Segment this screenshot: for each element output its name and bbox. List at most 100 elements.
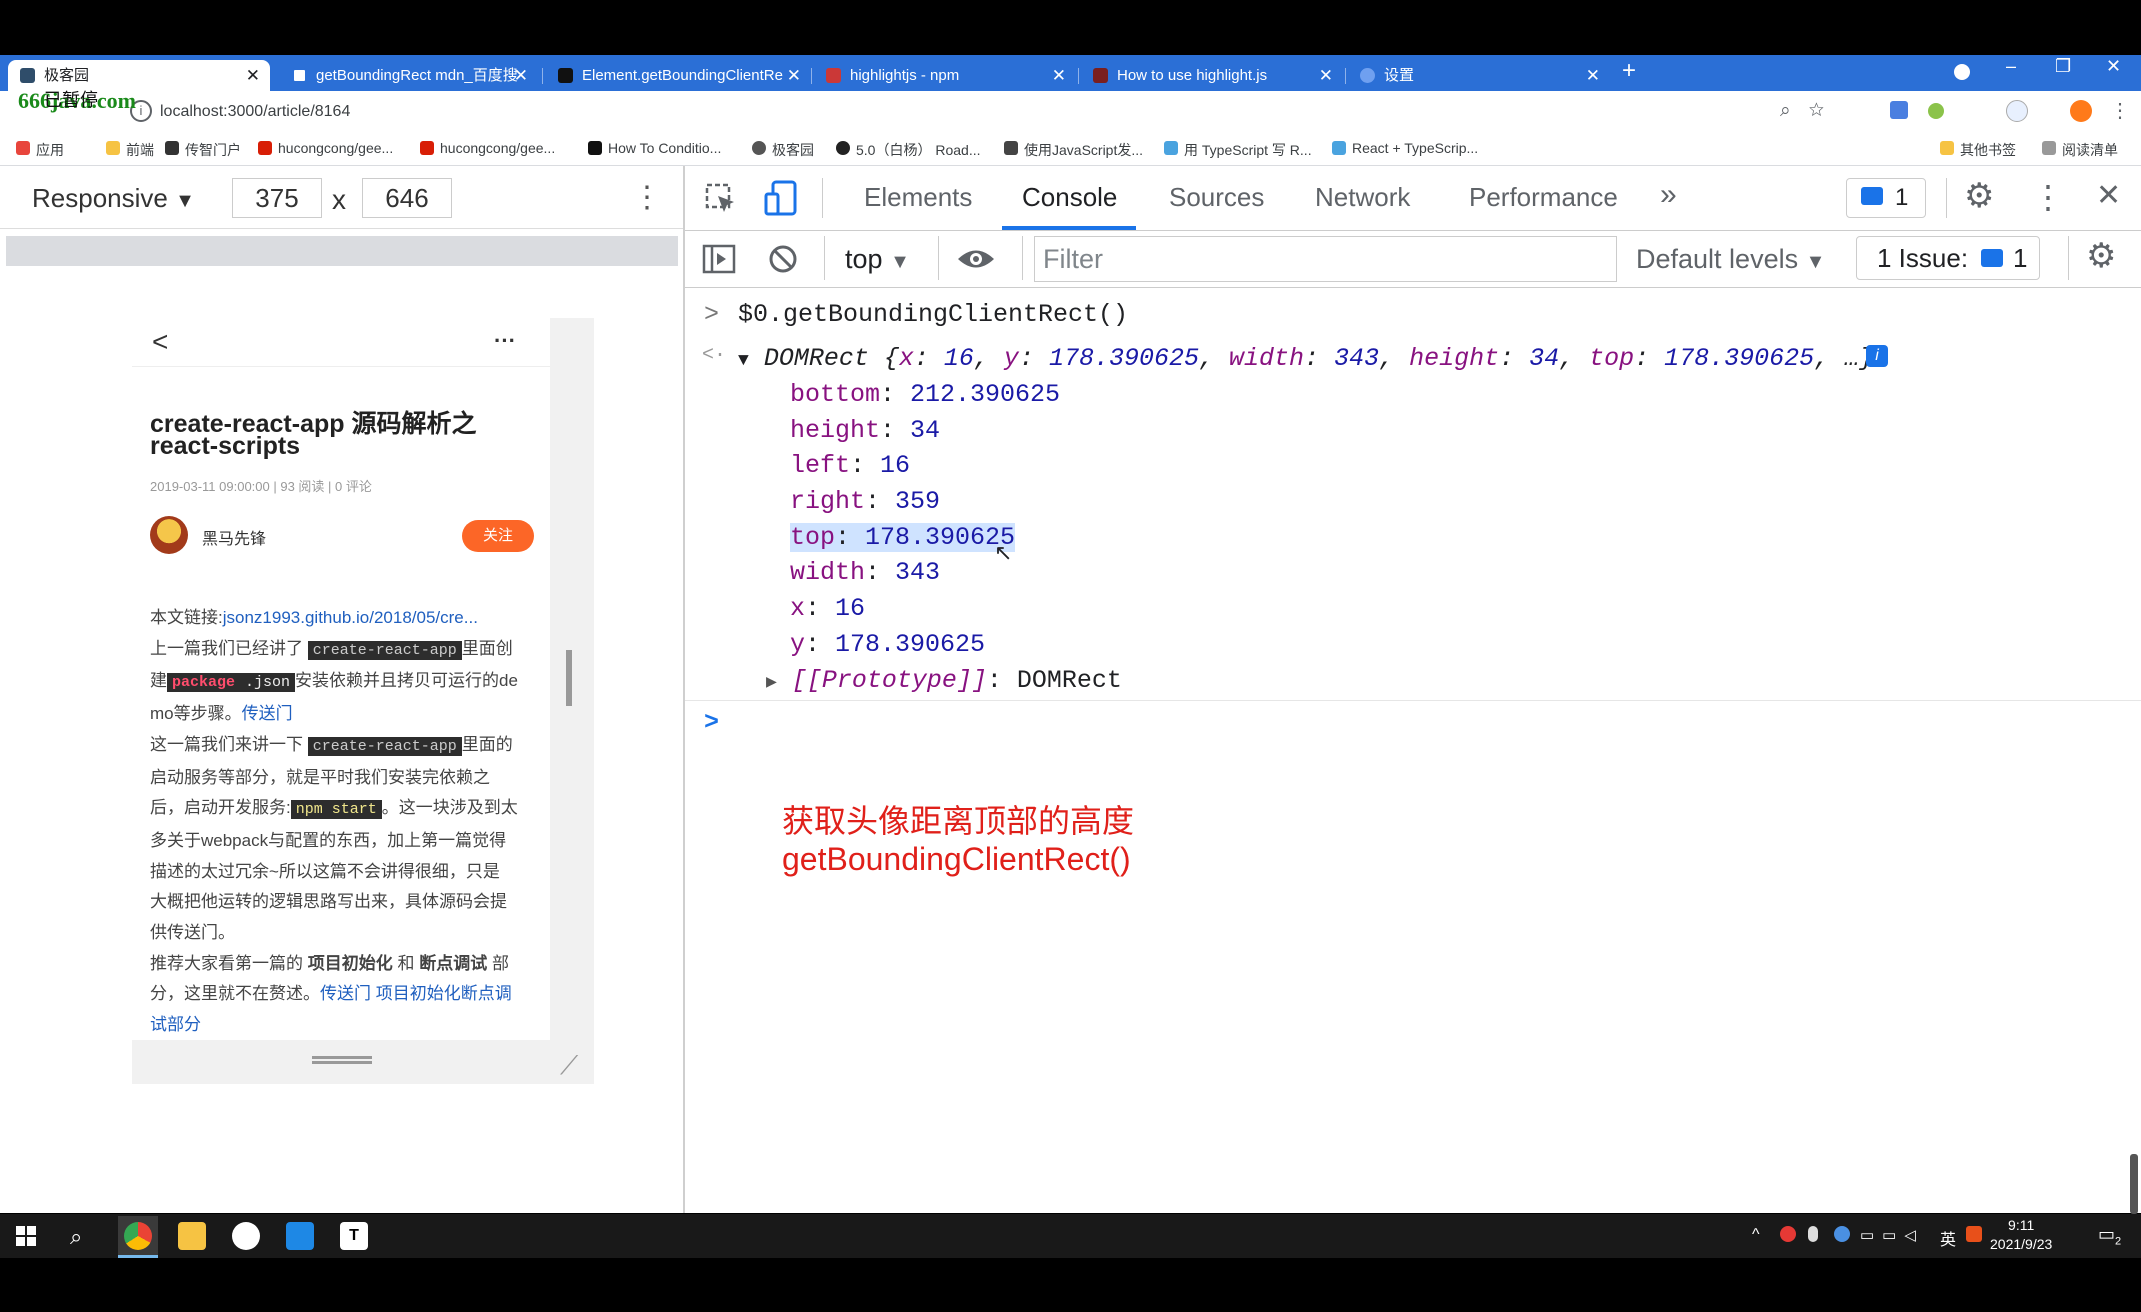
resize-corner-icon[interactable]: ⟋: [560, 1050, 578, 1082]
property-row: y: 178.390625: [790, 629, 986, 659]
bookmark-item[interactable]: hucongcong/gee...: [258, 140, 393, 156]
bookmark-item[interactable]: 极客园: [752, 140, 814, 160]
tab-baidu[interactable]: getBoundingRect mdn_百度搜 ✕: [280, 60, 538, 91]
expand-triangle-icon[interactable]: ▼: [738, 351, 749, 371]
close-tab-icon[interactable]: ✕: [1586, 60, 1600, 91]
device-height-input[interactable]: 646: [362, 178, 452, 218]
bookmark-item[interactable]: 用 TypeScript 写 R...: [1164, 140, 1312, 160]
portal-link[interactable]: 传送门: [242, 704, 293, 723]
extension-icon[interactable]: [1890, 101, 1908, 119]
back-button[interactable]: <: [152, 326, 168, 358]
close-tab-icon[interactable]: ✕: [1052, 60, 1066, 91]
customize-menu-icon[interactable]: ⋮: [2032, 178, 2064, 216]
console-settings-gear-icon[interactable]: ⚙: [2086, 236, 2116, 276]
tab-performance[interactable]: Performance: [1469, 182, 1618, 213]
tray-app-icon[interactable]: [1834, 1226, 1850, 1242]
menu-icon[interactable]: ⋮: [2110, 98, 2130, 123]
bookmark-folder[interactable]: 前端: [106, 140, 154, 160]
close-tab-icon[interactable]: ✕: [787, 60, 801, 91]
bookmark-item[interactable]: React + TypeScrip...: [1332, 140, 1478, 156]
show-sidebar-icon[interactable]: [702, 244, 736, 274]
log-levels-select[interactable]: Default levels ▼: [1636, 244, 1825, 275]
close-devtools-icon[interactable]: ✕: [2096, 178, 2121, 213]
vscode-icon[interactable]: [286, 1222, 314, 1250]
profile-icon[interactable]: [1954, 64, 1970, 80]
device-width-input[interactable]: 375: [232, 178, 322, 218]
portal-link[interactable]: 传送门 项目初始化断点调: [320, 984, 512, 1003]
issues-button[interactable]: 1 Issue: 1: [1856, 236, 2040, 280]
resize-handle-bottom[interactable]: [312, 1056, 372, 1064]
collapse-triangle-icon[interactable]: ▶: [766, 673, 777, 693]
close-tab-icon[interactable]: ✕: [514, 60, 528, 91]
bookmark-folder[interactable]: 其他书签: [1940, 140, 2016, 160]
tab-elements[interactable]: Elements: [864, 182, 972, 213]
ime-indicator[interactable]: 英: [1940, 1226, 1956, 1250]
sogou-icon[interactable]: [1966, 1226, 1982, 1242]
more-button[interactable]: ···: [494, 328, 516, 354]
windows-start-icon[interactable]: [16, 1226, 36, 1246]
tab-settings[interactable]: 设置 ✕: [1348, 60, 1610, 91]
notification-center-icon[interactable]: ▭2: [2098, 1224, 2121, 1248]
system-clock[interactable]: 9:11 2021/9/23: [1990, 1216, 2052, 1254]
toolbar-icons[interactable]: ⌕☆: [1780, 100, 1842, 122]
tab-sources[interactable]: Sources: [1169, 182, 1264, 213]
console-filter-input[interactable]: Filter: [1034, 236, 1617, 282]
file-explorer-icon[interactable]: [178, 1222, 206, 1250]
bookmark-item[interactable]: How To Conditio...: [588, 140, 721, 156]
article-title-line2: react-scripts: [150, 432, 301, 460]
media-query-bar[interactable]: [6, 236, 678, 266]
github-icon: [836, 141, 850, 155]
typora-icon[interactable]: T: [340, 1222, 368, 1250]
search-icon[interactable]: ⌕: [70, 1224, 82, 1250]
tab-mdn[interactable]: Element.getBoundingClientRe ✕: [546, 60, 811, 91]
more-options-icon[interactable]: ⋮: [632, 180, 662, 215]
live-expression-eye-icon[interactable]: [956, 246, 996, 272]
close-tab-icon[interactable]: ✕: [1319, 60, 1333, 91]
address-bar[interactable]: localhost:3000/article/8164: [160, 98, 1740, 126]
follow-button[interactable]: 关注: [462, 520, 534, 552]
tab-network[interactable]: Network: [1315, 182, 1410, 213]
prototype-row[interactable]: ▶ [[Prototype]]: DOMRect: [766, 666, 1122, 695]
domrect-summary[interactable]: ▼ DOMRect {x: 16, y: 178.390625, width: …: [738, 344, 1874, 373]
close-tab-icon[interactable]: ✕: [246, 60, 260, 91]
author-avatar[interactable]: [150, 516, 188, 554]
more-tabs-icon[interactable]: »: [1660, 178, 1677, 212]
extension-icon[interactable]: [2006, 100, 2028, 122]
microphone-icon[interactable]: [1808, 1226, 1818, 1242]
tray-app-icon[interactable]: [1780, 1226, 1796, 1242]
bookmark-item[interactable]: 使用JavaScript发...: [1004, 140, 1143, 160]
avatar[interactable]: [2070, 100, 2092, 122]
bookmark-item[interactable]: 5.0（白杨） Road...: [836, 140, 981, 160]
restore-button[interactable]: ❐: [2055, 56, 2071, 77]
tab-npm[interactable]: highlightjs - npm ✕: [814, 60, 1076, 91]
app-icon[interactable]: [232, 1222, 260, 1250]
context-selector[interactable]: top ▼: [845, 244, 910, 275]
portal-link[interactable]: 试部分: [150, 1010, 542, 1040]
clear-console-icon[interactable]: [768, 244, 798, 274]
tab-console[interactable]: Console: [1022, 182, 1117, 213]
bookmark-apps[interactable]: 应用: [16, 140, 64, 160]
info-badge-icon[interactable]: i: [1866, 345, 1888, 367]
responsive-select[interactable]: Responsive ▼: [32, 183, 195, 214]
console-input-prompt-icon[interactable]: >: [704, 708, 719, 737]
bookmark-item[interactable]: 传智门户: [165, 140, 241, 160]
resize-handle-right[interactable]: [566, 650, 572, 706]
extension-icon[interactable]: [1928, 103, 1944, 119]
settings-gear-icon[interactable]: ⚙: [1964, 176, 1994, 216]
reading-list[interactable]: 阅读清单: [2042, 140, 2118, 160]
bookmark-item[interactable]: hucongcong/gee...: [420, 140, 555, 156]
new-tab-button[interactable]: +: [1622, 57, 1636, 85]
tray-chevron-icon[interactable]: ^: [1752, 1226, 1760, 1244]
close-window-button[interactable]: ✕: [2106, 56, 2121, 77]
issues-counter-button[interactable]: 1: [1846, 178, 1926, 218]
tab-highlightjs[interactable]: How to use highlight.js ✕: [1081, 60, 1343, 91]
device-toggle-icon[interactable]: [764, 180, 798, 218]
domrect-properties: bottom: 212.390625 height: 34 left: 16 r…: [790, 380, 1060, 666]
article-link[interactable]: jsonz1993.github.io/2018/05/cre...: [223, 608, 478, 627]
minimize-button[interactable]: –: [2006, 56, 2016, 77]
author-name[interactable]: 黑马先锋: [202, 525, 266, 549]
inspect-element-icon[interactable]: [704, 182, 738, 216]
system-tray-icons[interactable]: ▭▭◁: [1860, 1226, 1924, 1244]
chrome-icon[interactable]: [124, 1222, 152, 1250]
scrollbar[interactable]: [2130, 1154, 2138, 1214]
